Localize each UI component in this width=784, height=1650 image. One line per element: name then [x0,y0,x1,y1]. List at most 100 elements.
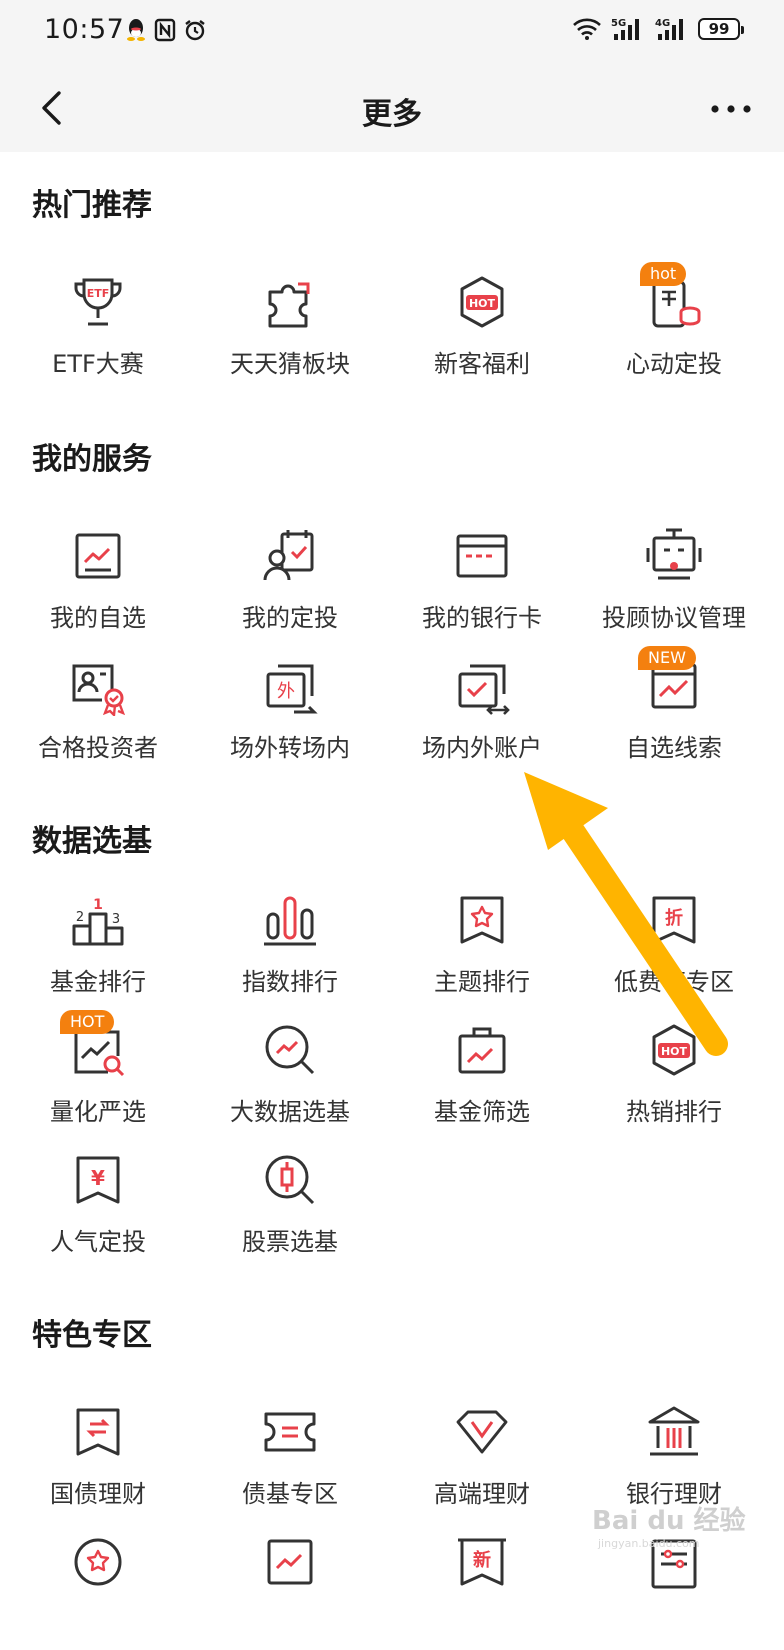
svg-text:2: 2 [76,910,84,925]
menu-item-label: 新客福利 [434,350,530,378]
watermark-sub: jingyan.baidu.com [598,1537,700,1550]
id-card-badge-icon [68,656,128,716]
hot-hexagon-icon: HOT [644,1020,704,1080]
robot-icon [644,526,704,586]
annotation-arrow [524,772,728,1056]
hot-badge: hot [640,262,687,286]
menu-item-label: 量化严选 [50,1098,146,1126]
wifi-icon [573,18,601,40]
zhe-icon-text: 折 [665,907,683,929]
briefcase-chart-icon [452,1020,512,1080]
new-icon-text: 新 [473,1549,491,1571]
hot-icon-text: HOT [661,1045,688,1058]
menu-item-etf-contest[interactable]: ETF ETF大赛 [0,272,196,390]
ticket-icon [260,1402,320,1462]
user-calendar-icon [260,526,320,586]
menu-item-advisory-agreement[interactable]: 投顾协议管理 [576,526,772,644]
menu-item-fund-ranking[interactable]: 1 2 3 基金排行 [0,890,196,1008]
menu-item-on-off-exchange-account[interactable]: 场内外账户 [384,656,580,774]
menu-item-label: 低费率专区 [614,968,734,996]
yen-icon-text: ¥ [91,1166,105,1190]
menu-item-label: 我的定投 [242,604,338,632]
bank-card-icon [452,526,512,586]
menu-item-theme-ranking[interactable]: 主题排行 [384,890,580,1008]
menu-item-new-flag[interactable]: 新 [384,1532,580,1650]
menu-item-label: 股票选基 [242,1228,338,1256]
account-swap-icon [452,656,512,716]
more-dots-icon[interactable] [708,94,754,124]
section-title-featured: 特色专区 [32,1318,152,1353]
nav-header: 更多 [0,64,784,152]
menu-item-label: 投顾协议管理 [602,604,746,632]
star-circle-icon [68,1532,128,1592]
menu-item-star-circle[interactable] [0,1532,196,1650]
diamond-icon [452,1402,512,1462]
menu-item-popular-sip[interactable]: ¥ 人气定投 [0,1150,196,1268]
status-time: 10:57 [44,14,125,45]
menu-item-quant-select[interactable]: HOT 量化严选 [0,1010,196,1138]
menu-item-fund-filter[interactable]: 基金筛选 [384,1020,580,1138]
menu-item-treasury-bond[interactable]: 国债理财 [0,1402,196,1520]
wai-icon-text: 外 [277,681,295,702]
menu-item-big-data-fund[interactable]: 大数据选基 [192,1020,388,1138]
puzzle-icon [260,272,320,332]
svg-text:3: 3 [112,912,120,927]
alarm-icon [185,20,205,41]
menu-item-hot-sales-ranking[interactable]: HOT 热销排行 [576,1020,772,1138]
menu-item-watchlist-clues[interactable]: NEW 自选线索 [576,646,772,774]
new-flag-icon: 新 [452,1532,512,1592]
svg-text:1: 1 [93,897,103,913]
menu-item-trend-board[interactable] [192,1532,388,1650]
menu-item-qualified-investor[interactable]: 合格投资者 [0,656,196,774]
menu-item-new-customer-benefit[interactable]: HOT 新客福利 [384,272,580,390]
signal-4g-icon: 4G [655,18,683,40]
menu-item-off-to-on-exchange[interactable]: 外 场外转场内 [192,656,388,774]
notification-icons [125,18,207,42]
menu-item-bond-fund-zone[interactable]: 债基专区 [192,1402,388,1520]
menu-item-label: 场内外账户 [422,734,542,762]
menu-item-label: 指数排行 [242,968,338,996]
system-icons: 5G 4G 99 [572,16,744,42]
network-label-4g: 4G [655,18,670,29]
menu-item-label: 大数据选基 [230,1098,350,1126]
battery-indicator: 99 [698,18,744,40]
menu-item-label: 我的自选 [50,604,146,632]
section-title-my-services: 我的服务 [32,442,152,477]
menu-item-label: 基金排行 [50,968,146,996]
menu-item-label: 主题排行 [434,968,530,996]
bond-flag-icon [68,1402,128,1462]
menu-item-label: 合格投资者 [38,734,158,762]
nfc-icon [154,18,176,42]
menu-item-my-bank-card[interactable]: 我的银行卡 [384,526,580,644]
status-bar: 10:57 5G 4G 99 [0,0,784,64]
baidu-watermark: Bai du 经验 jingyan.baidu.com [592,1500,746,1550]
trend-board-icon [260,1532,320,1592]
menu-item-label: 自选线索 [626,734,722,762]
signal-5g-icon: 5G [611,18,639,40]
trophy-etf-icon: ETF [68,272,128,332]
menu-item-guess-sector[interactable]: 天天猜板块 [192,272,388,390]
new-badge: NEW [638,646,696,670]
menu-item-my-watchlist[interactable]: 我的自选 [0,526,196,644]
watermark-text: Bai du 经验 [592,1506,746,1536]
menu-item-label: 高端理财 [434,1480,530,1508]
network-label-5g: 5G [611,18,626,29]
menu-item-label: 国债理财 [50,1480,146,1508]
section-title-data-fund: 数据选基 [32,824,152,859]
magnify-trend-icon [260,1020,320,1080]
menu-item-label: 基金筛选 [434,1098,530,1126]
menu-item-stock-fund[interactable]: 股票选基 [192,1150,388,1268]
menu-item-heart-sip[interactable]: hot 心动定投 [576,262,772,390]
yen-flag-icon: ¥ [68,1150,128,1210]
hot-hexagon-icon: HOT [452,272,512,332]
transfer-window-icon: 外 [260,656,320,716]
etf-icon-text: ETF [87,287,110,300]
menu-item-high-end-wealth[interactable]: 高端理财 [384,1402,580,1520]
menu-item-label: 天天猜板块 [230,350,350,378]
menu-item-index-ranking[interactable]: 指数排行 [192,890,388,1008]
discount-flag-icon: 折 [644,890,704,950]
menu-item-low-fee-zone[interactable]: 折 低费率专区 [576,890,772,1008]
menu-item-label: ETF大赛 [52,350,144,378]
menu-item-label: 心动定投 [626,350,722,378]
menu-item-my-sip[interactable]: 我的定投 [192,526,388,644]
